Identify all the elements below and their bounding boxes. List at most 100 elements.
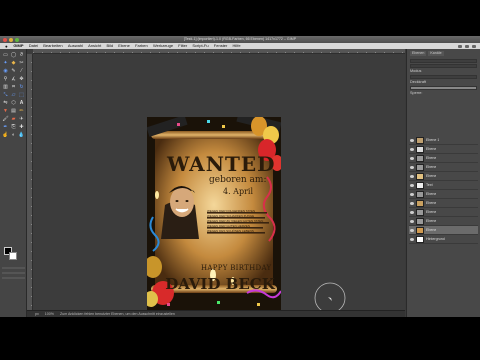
layer-thumbnail [416, 172, 424, 180]
layer-name: Text [426, 183, 433, 187]
lasso-icon[interactable]: ϑ [18, 52, 25, 59]
tool-grid: ▭ ◯ ϑ ✦ ◆ ✂ ◉ ✎ ⁄ ⚲ ∡ ✥ ▥ ⌗ ↻ ⤡ ▱ ⬚ ⇋ ⬡ … [2, 52, 25, 139]
layer-row[interactable]: Ebene [409, 172, 478, 181]
pencil-icon[interactable]: ✏ [18, 108, 25, 115]
shear-icon[interactable]: ▱ [10, 92, 17, 99]
poster-text-line: WEGEN DER GUTEN HERZEN [207, 224, 251, 228]
layer-row-selected[interactable]: Ebene [409, 226, 478, 235]
layer-thumbnail [416, 163, 424, 171]
layer-row[interactable]: Ebene [409, 163, 478, 172]
tab-kanaele[interactable]: Kanäle [428, 51, 444, 56]
layer-thumbnail [416, 235, 424, 243]
eraser-icon[interactable]: ▰ [10, 116, 17, 123]
dodge-icon[interactable]: ◐ [10, 132, 17, 139]
visibility-icon[interactable] [410, 147, 414, 151]
poster-text-line: WEGEN DER FOLGENDEN TATEN [207, 209, 256, 213]
scissors-icon[interactable]: ✂ [18, 60, 25, 67]
move-icon[interactable]: ✥ [18, 76, 25, 83]
layer-thumbnail [416, 208, 424, 216]
visibility-icon[interactable] [410, 201, 414, 205]
paintbrush-icon[interactable]: 🖌 [2, 116, 9, 123]
tool-option-row[interactable] [2, 277, 25, 279]
layer-row[interactable]: Ebene [409, 154, 478, 163]
smudge-icon[interactable]: ☝ [2, 132, 9, 139]
layer-name: Hintergrund [426, 237, 445, 241]
layer-name: Ebene [426, 219, 437, 223]
text-icon[interactable]: A [18, 100, 25, 107]
cage-icon[interactable]: ⬡ [10, 100, 17, 107]
layer-row[interactable]: Hintergrund [409, 235, 478, 244]
visibility-icon[interactable] [410, 138, 414, 142]
layer-name: Ebene [426, 165, 437, 169]
paths-icon[interactable]: ✎ [10, 68, 17, 75]
visibility-icon[interactable] [410, 174, 414, 178]
poster-text-line: WEGEN DER ZU VIELEN GUTEN TATEN [207, 219, 264, 223]
search-icon[interactable] [472, 44, 476, 48]
status-bar: px 100% Zum Anklicken fehlen benutzter E… [27, 310, 405, 317]
fuzzy-select-icon[interactable]: ✦ [2, 60, 9, 67]
layer-name: Ebene [426, 174, 437, 178]
canvas-area[interactable]: WANTED geboren am: 4. April HAPPY BIRTHD… [27, 49, 405, 317]
crop-icon[interactable]: ⌗ [10, 84, 17, 91]
visibility-icon[interactable] [410, 192, 414, 196]
poster-text-line: WEGEN DES SCHÖNEN LEBENS [207, 229, 254, 233]
apple-icon[interactable]: ● [0, 44, 11, 49]
layer-row[interactable]: Text [409, 181, 478, 190]
visibility-icon[interactable] [410, 219, 414, 223]
layer-thumbnail [416, 190, 424, 198]
foreground-select-icon[interactable]: ◉ [2, 68, 9, 75]
heal-icon[interactable]: ✚ [18, 124, 25, 131]
status-message: Zum Anklicken fehlen benutzter Ebenen, u… [60, 312, 175, 316]
ink-icon[interactable]: ✒ [2, 124, 9, 131]
rotate-icon[interactable]: ↻ [18, 84, 25, 91]
visibility-icon[interactable] [410, 183, 414, 187]
layer-row[interactable]: Ebene [409, 190, 478, 199]
zoom-select[interactable]: 100% [45, 312, 54, 316]
visibility-icon[interactable] [410, 210, 414, 214]
layer-row[interactable]: Ebene 1 [409, 136, 478, 145]
airbrush-icon[interactable]: ✈ [18, 116, 25, 123]
dock-spacer [407, 96, 480, 136]
poster-text-line: WEGEN DER SCHARFEN ZUNGE [207, 214, 255, 218]
bucket-fill-icon[interactable]: ▼ [2, 108, 9, 115]
dock-row[interactable] [410, 64, 477, 68]
tab-ebenen[interactable]: Ebenen [410, 51, 427, 56]
tool-option-row[interactable] [2, 267, 25, 269]
visibility-icon[interactable] [410, 165, 414, 169]
ellipse-select-icon[interactable]: ◯ [10, 52, 17, 59]
rect-select-icon[interactable]: ▭ [2, 52, 9, 59]
align-icon[interactable]: ▥ [2, 84, 9, 91]
layer-row[interactable]: Ebene [409, 208, 478, 217]
layer-row[interactable]: Ebene [409, 217, 478, 226]
flip-icon[interactable]: ⇋ [2, 100, 9, 107]
status-icon[interactable] [465, 44, 469, 48]
clone-icon[interactable]: ⎘ [10, 124, 17, 131]
visibility-icon[interactable] [410, 237, 414, 241]
scale-icon[interactable]: ⤡ [2, 92, 9, 99]
color-picker-icon[interactable]: ⁄ [18, 68, 25, 75]
zoom-icon[interactable]: ⚲ [2, 76, 9, 83]
perspective-icon[interactable]: ⬚ [18, 92, 25, 99]
poster-born-date: 4. April [223, 187, 254, 196]
visibility-icon[interactable] [410, 228, 414, 232]
blend-icon[interactable]: ▤ [10, 108, 17, 115]
tool-option-row[interactable] [2, 272, 25, 274]
color-select-icon[interactable]: ◆ [10, 60, 17, 67]
dock-row[interactable] [410, 59, 477, 63]
layer-name: Ebene [426, 147, 437, 151]
layer-name: Ebene [426, 228, 437, 232]
mode-select[interactable] [410, 75, 477, 79]
blur-icon[interactable]: 💧 [18, 132, 25, 139]
vertical-ruler[interactable] [27, 54, 33, 317]
visibility-icon[interactable] [410, 156, 414, 160]
layer-row[interactable]: Ebene [409, 145, 478, 154]
layer-row[interactable]: Ebene [409, 199, 478, 208]
opacity-slider[interactable] [410, 86, 477, 90]
measure-icon[interactable]: ∡ [10, 76, 17, 83]
status-icon[interactable] [458, 44, 462, 48]
layer-thumbnail [416, 217, 424, 225]
unit-select[interactable]: px [35, 312, 39, 316]
layer-thumbnail [416, 145, 424, 153]
background-color[interactable] [9, 252, 17, 260]
horizontal-ruler[interactable] [33, 49, 405, 54]
